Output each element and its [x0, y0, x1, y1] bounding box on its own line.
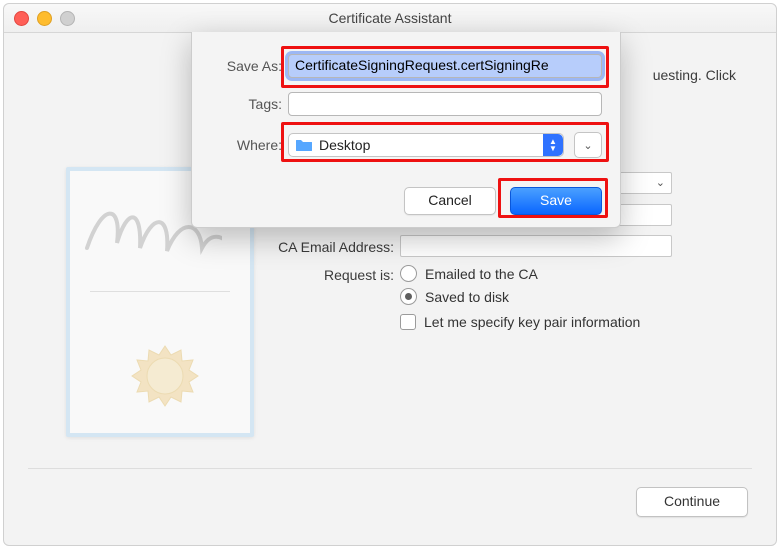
- expand-button[interactable]: ⌄: [574, 132, 602, 158]
- save-sheet: Save As: CertificateSigningRequest.certS…: [191, 32, 621, 228]
- truncated-body-text: uesting. Click: [653, 67, 736, 83]
- where-value: Desktop: [319, 137, 370, 153]
- radio-icon: [400, 288, 417, 305]
- folder-icon: [295, 138, 313, 152]
- check-keypair-label: Let me specify key pair information: [424, 314, 640, 330]
- save-as-field[interactable]: CertificateSigningRequest.certSigningRe: [288, 54, 602, 78]
- chevron-down-icon: ⌄: [583, 139, 592, 152]
- save-as-label: Save As:: [192, 58, 282, 74]
- check-keypair-row[interactable]: Let me specify key pair information: [400, 314, 640, 330]
- updown-stepper-icon: ▲▼: [543, 134, 563, 156]
- checkbox-icon: [400, 314, 416, 330]
- continue-button[interactable]: Continue: [636, 487, 748, 517]
- separator: [28, 468, 752, 469]
- radio-saved-row[interactable]: Saved to disk: [400, 288, 509, 305]
- tags-field[interactable]: [288, 92, 602, 116]
- titlebar: Certificate Assistant: [4, 4, 776, 33]
- radio-saved-label: Saved to disk: [425, 289, 509, 305]
- where-label: Where:: [192, 137, 282, 153]
- where-select[interactable]: Desktop ▲▼: [288, 133, 564, 157]
- radio-emailed-row[interactable]: Emailed to the CA: [400, 265, 538, 282]
- cancel-button[interactable]: Cancel: [404, 187, 496, 215]
- request-is-label: Request is:: [276, 267, 394, 283]
- ca-email-label: CA Email Address:: [254, 239, 394, 255]
- tags-label: Tags:: [192, 96, 282, 112]
- radio-icon: [400, 265, 417, 282]
- window-title: Certificate Assistant: [4, 4, 776, 32]
- chevron-down-icon: ⌄: [656, 176, 665, 189]
- ca-email-field[interactable]: [400, 235, 672, 257]
- assistant-window: Certificate Assistant uesting. Click ⌄ C…: [3, 3, 777, 546]
- radio-emailed-label: Emailed to the CA: [425, 266, 538, 282]
- save-button[interactable]: Save: [510, 187, 602, 215]
